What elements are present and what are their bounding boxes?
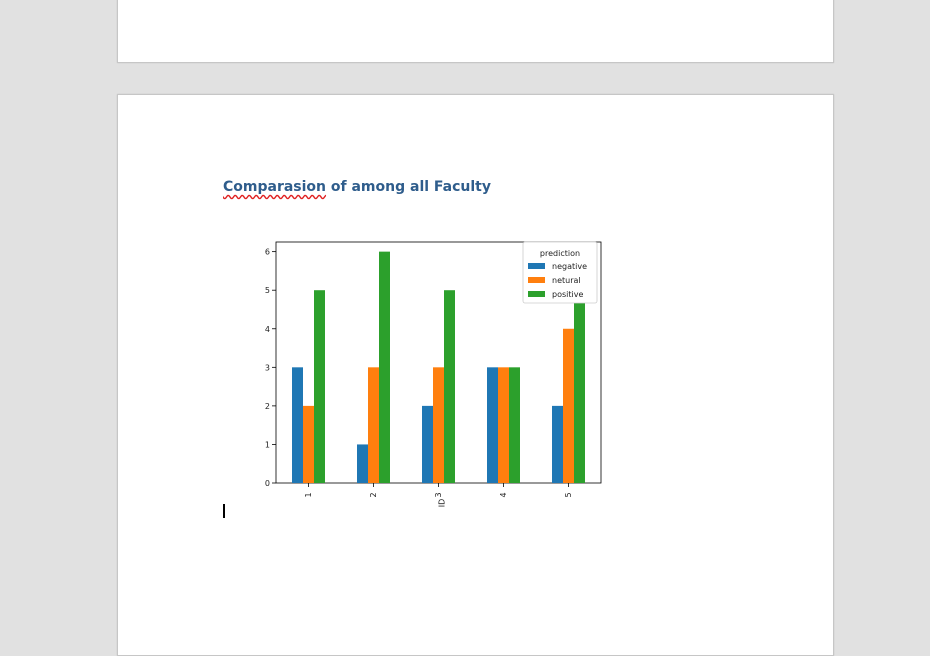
legend-title: prediction — [540, 249, 580, 258]
bar-negative-3 — [422, 405, 433, 483]
bar-positive-5 — [574, 290, 585, 483]
bar-positive-4 — [509, 367, 520, 483]
bar-negative-5 — [552, 405, 563, 483]
y-tick-label: 4 — [265, 325, 270, 334]
heading-text: of among all Faculty — [326, 179, 491, 195]
legend-swatch-negative — [528, 263, 545, 269]
y-tick-label: 1 — [265, 440, 270, 449]
bar-positive-1 — [314, 290, 325, 483]
section-heading[interactable]: Comparasion of among all Faculty — [223, 179, 491, 195]
x-tick-label: 4 — [499, 492, 508, 497]
misspelled-word[interactable]: Comparasion — [223, 179, 326, 195]
legend-swatch-positive — [528, 291, 545, 297]
chart-legend: prediction negative netural positive — [522, 241, 598, 304]
x-axis-label: ID — [438, 499, 447, 508]
text-cursor — [223, 504, 225, 518]
x-tick-label: 5 — [564, 492, 573, 497]
x-tick-label: 3 — [434, 492, 443, 497]
bar-netural-1 — [303, 405, 314, 483]
bar-positive-2 — [379, 251, 390, 483]
previous-page — [117, 0, 834, 63]
bar-netural-3 — [433, 367, 444, 483]
bar-negative-2 — [357, 444, 368, 483]
legend-label-positive: positive — [552, 290, 583, 299]
y-tick-label: 5 — [265, 286, 270, 295]
y-tick-label: 3 — [265, 363, 270, 372]
legend-label-netural: netural — [552, 276, 581, 285]
bar-netural-5 — [563, 328, 574, 483]
document-page[interactable]: Comparasion of among all Faculty 0 1 2 3 4 5 6… — [117, 94, 834, 656]
y-tick-label: 6 — [265, 248, 270, 257]
bar-negative-1 — [292, 367, 303, 483]
bar-positive-3 — [444, 290, 455, 483]
y-tick-label: 2 — [265, 402, 270, 411]
bar-netural-4 — [498, 367, 509, 483]
y-tick-label: 0 — [265, 479, 270, 488]
legend-label-negative: negative — [552, 262, 587, 271]
bar-netural-2 — [368, 367, 379, 483]
bar-negative-4 — [487, 367, 498, 483]
x-tick-label: 1 — [304, 492, 313, 497]
x-tick-label: 2 — [369, 492, 378, 497]
legend-swatch-netural — [528, 277, 545, 283]
embedded-chart-image[interactable]: 0 1 2 3 4 5 6 1 2 3 4 5 ID prediction negative net… — [253, 235, 613, 525]
